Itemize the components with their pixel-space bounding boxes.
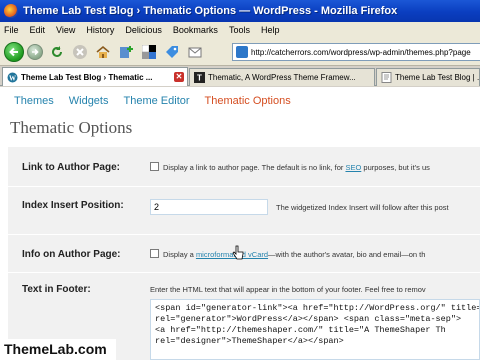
forward-button[interactable] [27,43,43,60]
menu-edit[interactable]: Edit [25,25,52,35]
back-button[interactable] [4,41,24,62]
tag-button[interactable] [163,43,181,61]
menu-tools[interactable]: Tools [224,25,256,35]
menu-help[interactable]: Help [256,25,286,35]
option-label: Text in Footer: [22,284,91,295]
back-arrow-icon [9,47,18,56]
options-form: Link to Author Page: Display a link to a… [8,147,480,360]
author-link-checkbox[interactable] [150,162,159,171]
page-favicon-icon [381,72,392,83]
window-title: Theme Lab Test Blog › Thematic Options —… [23,5,398,17]
wordpress-favicon-icon: W [7,72,18,82]
window-titlebar: Theme Lab Test Blog › Thematic Options —… [0,0,480,22]
tab-strip: W Theme Lab Test Blog › Thematic ... ✕ T… [0,66,480,86]
option-description: Enter the HTML text that will appear in … [150,285,426,294]
tab-thematic-options[interactable]: W Theme Lab Test Blog › Thematic ... ✕ [2,67,188,86]
tab-label: Thematic, A WordPress Theme Framew... [208,73,356,82]
subnav-widgets[interactable]: Widgets [69,95,109,107]
author-info-checkbox[interactable] [150,249,159,258]
desc-text: —with the author's avatar, bio and email… [268,250,426,259]
hand-cursor-icon [232,245,244,260]
menu-history[interactable]: History [81,25,120,35]
thematic-favicon-icon: T [194,72,205,83]
bookmark-plus-icon [120,45,133,58]
mail-icon [188,47,202,57]
reload-icon [52,45,62,57]
svg-text:T: T [197,74,202,83]
menu-bar: File Edit View History Delicious Bookmar… [0,22,480,38]
tab-label: Theme Lab Test Blog › Thematic ... [21,72,153,82]
tab-label: Theme Lab Test Blog | ... [395,73,480,82]
seo-link[interactable]: SEO [345,163,361,172]
option-description: Display a microformatted vCard—with the … [163,250,425,259]
delicious-button[interactable] [140,43,158,61]
footer-text-textarea[interactable]: <span id="generator-link"><a href="http:… [150,299,480,360]
menu-view[interactable]: View [51,25,81,35]
desc-text: purposes, but it's us [361,163,430,172]
menu-bookmarks[interactable]: Bookmarks [168,25,224,35]
forward-arrow-icon [32,48,39,55]
stop-icon [73,44,87,59]
stop-button[interactable] [71,43,89,61]
svg-text:W: W [9,74,16,82]
menu-file[interactable]: File [0,25,25,35]
option-label: Link to Author Page: [22,162,120,173]
option-row-author-info: Info on Author Page: Display a microform… [8,235,480,273]
site-favicon-icon [236,46,248,58]
watermark: ThemeLab.com [0,339,116,360]
add-bookmark-button[interactable] [117,43,135,61]
option-description: Display a link to author page. The defau… [163,163,430,172]
admin-subnav: Themes Widgets Theme Editor Thematic Opt… [14,95,306,107]
page-title: Thematic Options [10,118,133,137]
tag-icon [166,45,178,58]
desc-text: Display a [163,250,196,259]
home-icon [96,45,110,58]
close-tab-icon[interactable]: ✕ [174,72,184,82]
address-url: http://catcherrors.com/wordpress/wp-admi… [251,47,471,57]
firefox-icon [4,4,18,18]
delicious-icon [142,44,156,59]
option-row-author-link: Link to Author Page: Display a link to a… [8,147,480,187]
subnav-thematic-options[interactable]: Thematic Options [205,95,291,107]
option-label: Index Insert Position: [22,200,124,211]
subnav-theme-editor[interactable]: Theme Editor [124,95,190,107]
address-bar[interactable]: http://catcherrors.com/wordpress/wp-admi… [232,43,480,61]
reload-button[interactable] [48,43,66,61]
option-row-index-insert: Index Insert Position: 2 The widgetized … [8,187,480,235]
index-insert-input[interactable]: 2 [150,199,268,215]
option-label: Info on Author Page: [22,249,121,260]
home-button[interactable] [94,43,112,61]
tab-blog[interactable]: Theme Lab Test Blog | ... [376,68,480,86]
option-description: The widgetized Index Insert will follow … [276,203,449,212]
desc-text: Display a link to author page. The defau… [163,163,346,172]
menu-delicious[interactable]: Delicious [120,25,168,35]
page-content: Themes Widgets Theme Editor Thematic Opt… [0,87,480,360]
tab-thematic-framework[interactable]: T Thematic, A WordPress Theme Framew... [189,68,375,86]
mail-button[interactable] [186,43,204,61]
subnav-themes[interactable]: Themes [14,95,54,107]
navigation-toolbar: http://catcherrors.com/wordpress/wp-admi… [0,38,480,66]
